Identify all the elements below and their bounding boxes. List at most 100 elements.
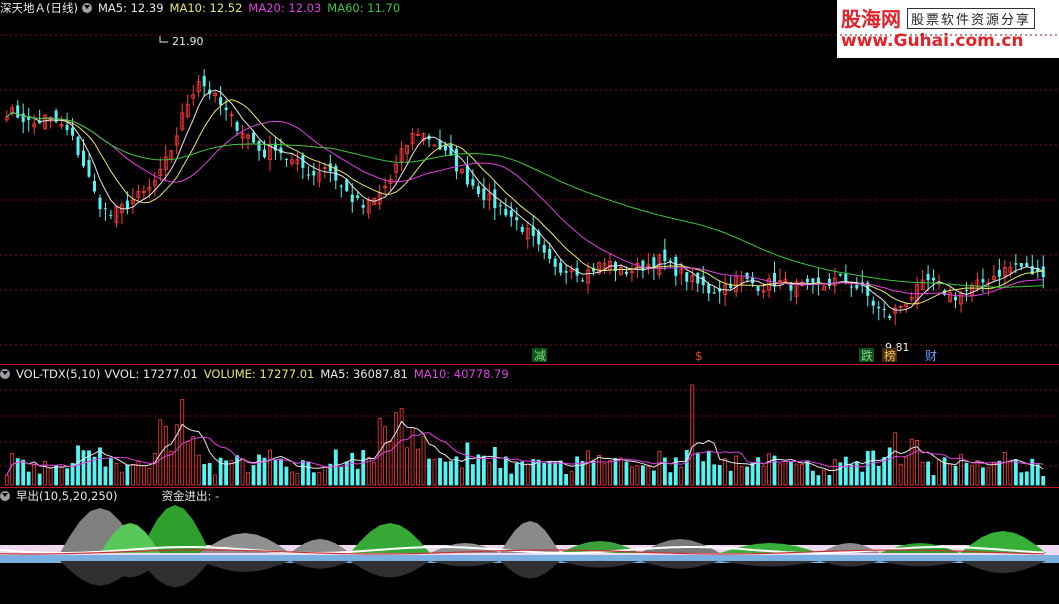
volume-bar xyxy=(745,466,750,486)
volume-bar xyxy=(361,450,366,486)
volume-bar xyxy=(723,458,728,486)
volume-bar xyxy=(558,460,563,486)
volume-bar xyxy=(970,464,974,486)
volume-bar xyxy=(772,455,777,486)
candle-body xyxy=(882,309,886,311)
volume-bar xyxy=(931,475,936,486)
volume-bar xyxy=(761,465,766,486)
candle-body xyxy=(235,121,239,131)
candle-body xyxy=(443,145,447,151)
candle-body xyxy=(745,272,749,279)
marker-die[interactable]: 跌 xyxy=(861,348,873,363)
volume-bar xyxy=(575,456,580,486)
volume-bar xyxy=(306,461,311,486)
vvol-label: VVOL: 17277.01 xyxy=(104,367,198,381)
candle-body xyxy=(871,300,875,306)
volume-bar xyxy=(503,456,508,486)
candle-body xyxy=(87,159,91,177)
volume-bar xyxy=(268,449,272,486)
volume-bar xyxy=(586,450,590,486)
candle-body xyxy=(542,244,546,253)
volume-bar xyxy=(141,465,146,486)
volume-bar xyxy=(871,450,876,486)
candle-body xyxy=(564,271,568,273)
marker-bang[interactable]: 榜 xyxy=(884,348,896,363)
indicator-pane-header: 早出(10,5,20,250) 资金进出: - xyxy=(0,488,225,504)
candle-body xyxy=(838,273,842,276)
candle-body xyxy=(361,204,365,208)
candle-body xyxy=(696,272,700,284)
volume-bar xyxy=(333,449,338,486)
candle-body xyxy=(76,136,80,156)
candle-body xyxy=(548,249,552,259)
volume-bar xyxy=(240,458,245,486)
volume-bar xyxy=(1041,475,1046,486)
ma20-line xyxy=(6,111,1044,297)
candle-body xyxy=(471,179,475,186)
marker-jian[interactable]: 减 xyxy=(534,349,546,363)
candle-body xyxy=(16,105,20,118)
volume-bar xyxy=(553,462,558,486)
marker-dollar[interactable]: $ xyxy=(695,349,703,363)
volume-bar xyxy=(778,463,782,486)
volume-bar xyxy=(701,461,706,486)
volume-bar xyxy=(613,458,618,486)
candle-body xyxy=(712,292,716,294)
candle-body xyxy=(257,140,261,151)
volume-bar xyxy=(794,463,799,486)
volume-bar xyxy=(196,454,201,486)
volume-bar xyxy=(767,453,771,486)
candle-body xyxy=(493,189,497,209)
indicator-shadow-band xyxy=(820,561,880,567)
candle-body xyxy=(520,227,524,232)
volume-bar xyxy=(942,457,947,486)
volume-bar xyxy=(608,460,612,486)
volume-bar xyxy=(235,455,239,486)
collapse-icon[interactable] xyxy=(0,369,10,379)
volume-bar xyxy=(668,472,673,486)
volume-bar xyxy=(394,412,399,486)
candle-body xyxy=(1019,263,1023,267)
volume-bar xyxy=(470,464,475,486)
volume-bar xyxy=(789,461,793,486)
candle-body xyxy=(685,272,689,282)
candle-body xyxy=(515,217,519,221)
volume-bar xyxy=(832,459,837,486)
volume-bar xyxy=(854,461,859,486)
volume-bar xyxy=(525,463,530,486)
candle-body xyxy=(707,284,711,294)
candle-body xyxy=(202,76,206,87)
volume-bar xyxy=(816,475,821,486)
volume-bar xyxy=(350,452,355,486)
candle-body xyxy=(449,144,453,156)
volume-bar xyxy=(964,462,969,486)
volume-bar xyxy=(465,442,470,486)
volume-bar xyxy=(322,466,327,486)
candle-body xyxy=(624,271,628,275)
volume-bar xyxy=(449,461,453,486)
volume-bar xyxy=(695,452,700,486)
candle-body xyxy=(482,188,486,201)
volume-bar xyxy=(229,460,234,486)
candle-body xyxy=(219,97,223,106)
volume-bar xyxy=(876,465,881,486)
volume-bar xyxy=(909,438,914,486)
volume-bar xyxy=(1024,471,1029,486)
vol-title: VOL-TDX(5,10) xyxy=(16,367,101,381)
volume-bar xyxy=(130,464,135,486)
volume-bar xyxy=(684,449,689,486)
volume-bar xyxy=(98,447,102,486)
indicator-bands xyxy=(0,505,1059,588)
volume-bar xyxy=(498,467,503,486)
candle-body xyxy=(805,278,809,283)
indicator-shadow-band xyxy=(350,561,430,578)
volume-bar xyxy=(937,458,941,486)
marker-cai[interactable]: 财 xyxy=(925,349,937,363)
volume-bar xyxy=(734,455,739,486)
volume-bar xyxy=(827,475,832,486)
volume-bar xyxy=(311,472,316,486)
volume-bar xyxy=(591,460,596,486)
volume-bar xyxy=(92,456,97,486)
collapse-icon[interactable] xyxy=(0,491,10,501)
price-candles xyxy=(4,69,1045,326)
